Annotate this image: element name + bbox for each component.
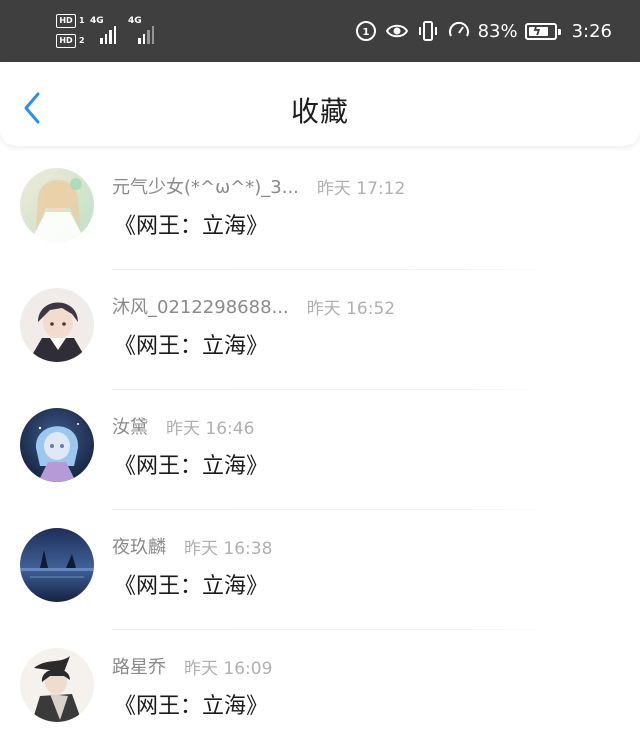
status-bar: HD 1 HD 2 4G 4G 1 83% ϟ 3:26 xyxy=(0,0,640,62)
list-item[interactable]: 夜玖麟 昨天 16:38 《网王：立海》 xyxy=(0,510,640,630)
signal-strength-icon: 4G xyxy=(90,16,130,46)
hd-badge-sim2: HD xyxy=(56,34,76,48)
username[interactable]: 元气少女(*^ω^*)_3... xyxy=(112,173,299,199)
timestamp: 昨天 16:46 xyxy=(166,418,255,439)
avatar[interactable] xyxy=(20,528,94,602)
list-item[interactable]: 汝黛 昨天 16:46 《网王：立海》 xyxy=(0,390,640,510)
avatar[interactable] xyxy=(20,288,94,362)
item-meta: 路星乔 昨天 16:09 xyxy=(112,653,273,679)
favorites-screen: HD 1 HD 2 4G 4G 1 83% ϟ 3:26 收藏 元气少女(*^ω… xyxy=(0,0,640,740)
eye-icon xyxy=(385,24,408,38)
collection-title[interactable]: 《网王：立海》 xyxy=(114,688,268,720)
item-meta: 夜玖麟 昨天 16:38 xyxy=(112,533,273,559)
username[interactable]: 路星乔 xyxy=(112,653,166,679)
collection-title[interactable]: 《网王：立海》 xyxy=(114,568,268,600)
battery-percent: 83% xyxy=(477,20,518,42)
status-indicators: 1 83% ϟ 3:26 xyxy=(354,14,612,48)
timestamp: 昨天 16:52 xyxy=(306,298,396,319)
hd-badge-sim1: HD xyxy=(56,14,76,28)
battery-charging-icon: ϟ xyxy=(524,22,561,40)
sim1-index: 1 xyxy=(79,16,85,25)
item-meta: 元气少女(*^ω^*)_3... 昨天 17:12 xyxy=(112,173,406,199)
item-meta: 沐风_0212298688... 昨天 16:52 xyxy=(112,293,396,319)
username[interactable]: 沐风_0212298688... xyxy=(112,293,289,319)
network-type-label: 4G xyxy=(90,16,104,26)
page-title: 收藏 xyxy=(290,95,349,128)
collection-title[interactable]: 《网王：立海》 xyxy=(114,208,268,240)
svg-text:1: 1 xyxy=(362,27,369,38)
network-type-label: 4G xyxy=(128,16,142,26)
data-saver-icon: 1 xyxy=(355,21,376,41)
item-meta: 汝黛 昨天 16:46 xyxy=(112,413,255,439)
avatar[interactable] xyxy=(20,648,94,722)
speed-meter-icon xyxy=(448,21,469,37)
list-item[interactable]: 元气少女(*^ω^*)_3... 昨天 17:12 《网王：立海》 xyxy=(0,150,640,270)
favorites-list: 元气少女(*^ω^*)_3... 昨天 17:12 《网王：立海》 沐风_021… xyxy=(0,150,640,740)
collection-title[interactable]: 《网王：立海》 xyxy=(114,328,268,360)
username[interactable]: 汝黛 xyxy=(112,413,148,439)
timestamp: 昨天 17:12 xyxy=(316,178,406,199)
username[interactable]: 夜玖麟 xyxy=(112,533,166,559)
list-item[interactable]: 沐风_0212298688... 昨天 16:52 《网王：立海》 xyxy=(0,270,640,390)
timestamp: 昨天 16:09 xyxy=(184,658,273,679)
avatar[interactable] xyxy=(20,168,94,242)
header-bar: 收藏 xyxy=(0,62,640,146)
vibrate-icon xyxy=(418,21,437,41)
avatar[interactable] xyxy=(20,408,94,482)
sim2-index: 2 xyxy=(79,36,85,45)
list-item[interactable]: 路星乔 昨天 16:09 《网王：立海》 xyxy=(0,630,640,740)
timestamp: 昨天 16:38 xyxy=(184,538,273,559)
clock: 3:26 xyxy=(571,20,612,42)
signal-strength-icon: 4G xyxy=(128,16,168,46)
collection-title[interactable]: 《网王：立海》 xyxy=(114,448,268,480)
